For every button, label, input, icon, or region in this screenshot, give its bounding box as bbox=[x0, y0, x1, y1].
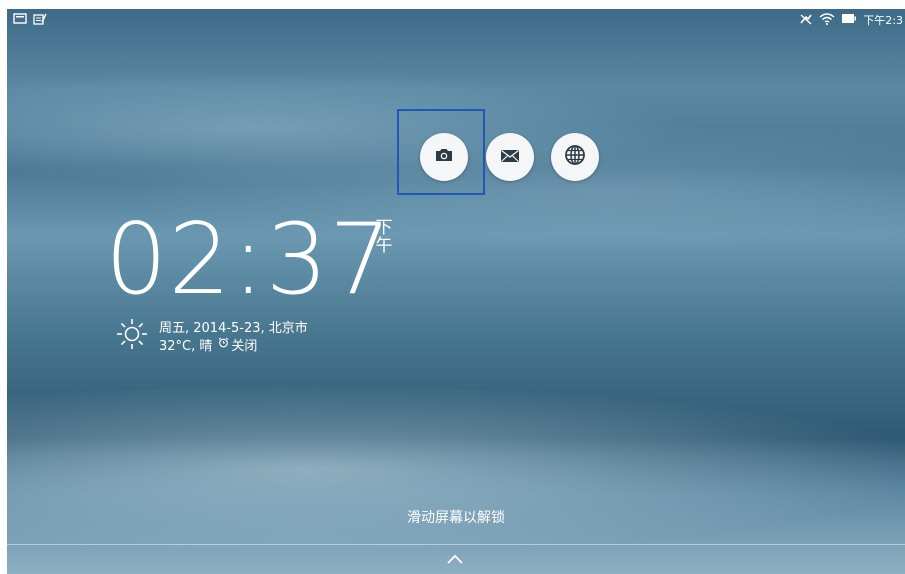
globe-icon bbox=[564, 144, 586, 170]
clock-time: 02:37 bbox=[105, 203, 393, 317]
weather-text: 32°C, 晴 bbox=[159, 339, 213, 354]
clock-ampm: 下 午 bbox=[374, 219, 394, 255]
status-time: 下午2:3 bbox=[863, 14, 903, 27]
battery-icon bbox=[841, 13, 857, 27]
mail-icon bbox=[500, 148, 520, 167]
email-shortcut[interactable] bbox=[486, 133, 534, 181]
unlock-hint: 滑动屏幕以解锁 bbox=[407, 510, 505, 526]
browser-shortcut[interactable] bbox=[551, 133, 599, 181]
date-location: 周五, 2014-5-23, 北京市 bbox=[159, 321, 308, 336]
lock-screen[interactable]: 下午2:3 02:37 下 午 周五, 2014-5-23, 北京市 32°C,… bbox=[7, 9, 905, 574]
focus-highlight bbox=[397, 109, 485, 195]
weather-alarm-line: 32°C, 晴 关闭 bbox=[159, 335, 257, 354]
screenshot-icon bbox=[13, 13, 27, 28]
chevron-up-icon[interactable] bbox=[446, 550, 464, 569]
ampm-line-2: 午 bbox=[375, 236, 393, 256]
bottom-divider bbox=[7, 544, 905, 545]
alarm-clock-icon bbox=[218, 337, 229, 352]
notepad-icon bbox=[33, 13, 47, 28]
sun-icon bbox=[116, 318, 148, 354]
wifi-icon bbox=[819, 12, 835, 28]
alarm-text: 关闭 bbox=[231, 339, 258, 354]
ampm-line-1: 下 bbox=[375, 218, 393, 238]
alarm-status: 关闭 bbox=[218, 335, 257, 354]
status-bar: 下午2:3 bbox=[7, 9, 905, 29]
mute-icon bbox=[799, 13, 813, 28]
